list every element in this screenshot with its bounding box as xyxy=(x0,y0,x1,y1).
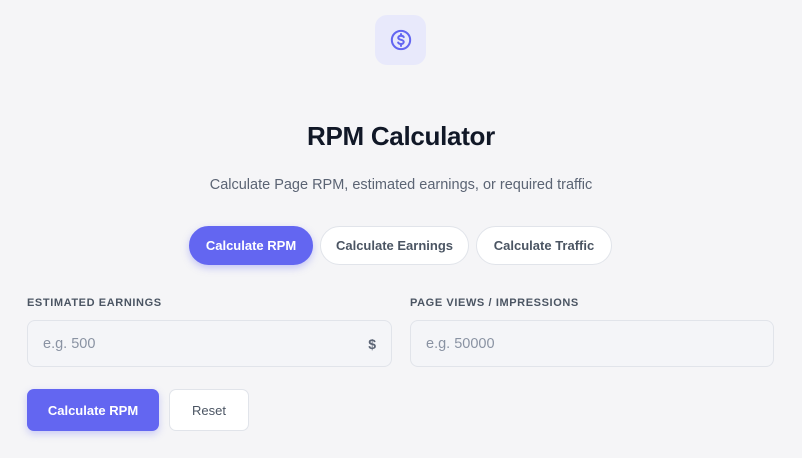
page-title: RPM Calculator xyxy=(307,121,495,151)
pageviews-field-wrapper xyxy=(410,320,774,367)
pageviews-input[interactable] xyxy=(411,321,773,366)
earnings-label: ESTIMATED EARNINGS xyxy=(27,297,162,309)
currency-suffix: $ xyxy=(368,335,376,352)
tab-calculate-rpm[interactable]: Calculate RPM xyxy=(189,226,313,265)
page-subtitle: Calculate Page RPM, estimated earnings, … xyxy=(209,177,593,193)
earnings-field-wrapper: $ xyxy=(27,320,392,367)
dollar-circle-icon xyxy=(375,15,426,65)
calculate-rpm-button[interactable]: Calculate RPM xyxy=(27,389,159,431)
earnings-input[interactable] xyxy=(28,321,369,366)
mode-tabs: Calculate RPM Calculate Earnings Calcula… xyxy=(189,226,612,265)
pageviews-label: PAGE VIEWS / IMPRESSIONS xyxy=(410,297,579,309)
rpm-calculator-page: RPM Calculator Calculate Page RPM, estim… xyxy=(0,0,802,458)
reset-button[interactable]: Reset xyxy=(169,389,249,431)
tab-calculate-traffic[interactable]: Calculate Traffic xyxy=(476,226,612,265)
tab-calculate-earnings[interactable]: Calculate Earnings xyxy=(320,226,469,265)
